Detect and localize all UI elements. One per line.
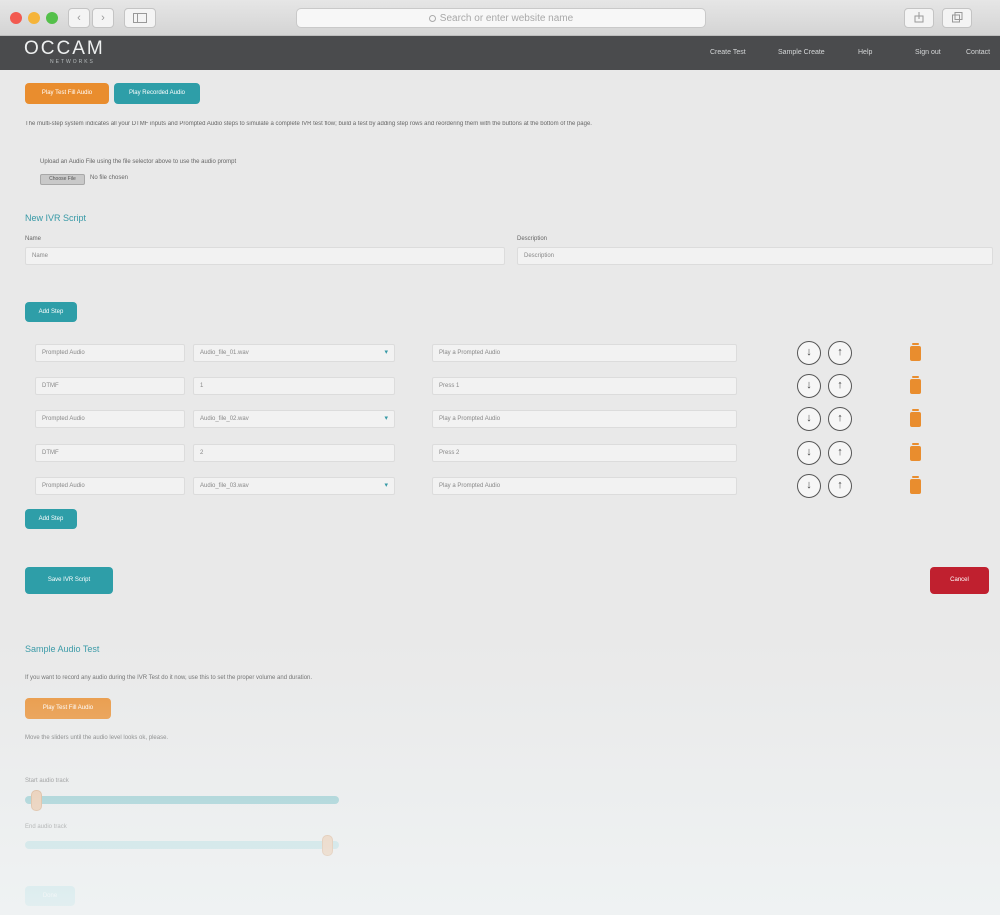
add-step-button-top[interactable]: Add Step <box>25 302 77 322</box>
delete-step-icon[interactable] <box>910 476 921 494</box>
description-label: Description <box>517 236 548 242</box>
sample-play-button[interactable]: Play Test Fill Audio <box>25 698 111 719</box>
step-value-text: Audio_file_01.wav <box>200 350 249 356</box>
step-value-text: 2 <box>200 450 204 456</box>
back-button[interactable]: ‹ <box>68 8 90 28</box>
end-slider-thumb[interactable] <box>321 835 333 856</box>
dropdown-arrow-icon: ▾ <box>384 349 388 356</box>
move-up-icon[interactable]: ↑ <box>828 407 852 431</box>
delete-step-icon[interactable] <box>910 443 921 461</box>
move-down-icon[interactable]: ↓ <box>797 374 821 398</box>
minimize-window-icon[interactable] <box>28 12 40 24</box>
cancel-button[interactable]: Cancel <box>930 567 989 594</box>
sample-audio-heading: Sample Audio Test <box>25 644 100 654</box>
sample-note: Move the sliders until the audio level l… <box>25 735 169 741</box>
move-down-icon[interactable]: ↓ <box>797 474 821 498</box>
step-description-input[interactable]: Press 1 <box>432 377 737 395</box>
delete-step-icon[interactable] <box>910 409 921 427</box>
move-up-icon[interactable]: ↑ <box>828 441 852 465</box>
no-file-text: No file chosen <box>90 175 129 181</box>
save-ivr-script-button[interactable]: Save IVR Script <box>25 567 113 594</box>
move-up-icon[interactable]: ↑ <box>828 374 852 398</box>
sidebar-icon <box>133 13 147 23</box>
upload-label: Upload an Audio File using the file sele… <box>40 159 237 165</box>
add-step-button-bottom[interactable]: Add Step <box>25 509 77 529</box>
address-placeholder: Search or enter website name <box>439 13 574 24</box>
step-value-field[interactable]: 1 <box>193 377 395 395</box>
new-ivr-heading: New IVR Script <box>25 213 87 223</box>
play-test-audio-button[interactable]: Play Test Fill Audio <box>25 83 109 104</box>
step-description-input[interactable]: Play a Prompted Audio <box>432 477 737 495</box>
browser-toolbar: ‹ › Search or enter website name <box>0 0 1000 36</box>
nav-contact[interactable]: Contact <box>966 49 990 56</box>
name-label: Name <box>25 236 42 242</box>
step-type-select[interactable]: DTMF <box>35 377 185 395</box>
end-slider-track[interactable] <box>25 841 339 849</box>
delete-step-icon[interactable] <box>910 343 921 361</box>
start-slider-thumb[interactable] <box>31 790 43 811</box>
delete-step-icon[interactable] <box>910 376 921 394</box>
move-up-icon[interactable]: ↑ <box>828 341 852 365</box>
step-description-input[interactable]: Play a Prompted Audio <box>432 410 737 428</box>
step-type-select[interactable]: Prompted Audio <box>35 477 185 495</box>
step-value-field[interactable]: Audio_file_02.wav ▾ <box>193 410 395 428</box>
step-type-select[interactable]: DTMF <box>35 444 185 462</box>
name-input[interactable]: Name <box>25 247 505 265</box>
step-description-input[interactable]: Press 2 <box>432 444 737 462</box>
move-down-icon[interactable]: ↓ <box>797 441 821 465</box>
step-value-text: 1 <box>200 383 204 389</box>
forward-button[interactable]: › <box>92 8 114 28</box>
nav-help[interactable]: Help <box>858 49 872 56</box>
move-down-icon[interactable]: ↓ <box>797 341 821 365</box>
sample-audio-text: If you want to record any audio during t… <box>25 675 313 681</box>
share-icon <box>914 12 924 23</box>
play-recorded-audio-button[interactable]: Play Recorded Audio <box>114 83 200 104</box>
dropdown-arrow-icon: ▾ <box>384 415 388 422</box>
zoom-window-icon[interactable] <box>46 12 58 24</box>
description-input[interactable]: Description <box>517 247 993 265</box>
back-icon: ‹ <box>77 12 81 24</box>
step-value-field[interactable]: Audio_file_01.wav ▾ <box>193 344 395 362</box>
step-type-select[interactable]: Prompted Audio <box>35 410 185 428</box>
move-down-icon[interactable]: ↓ <box>797 407 821 431</box>
step-value-field[interactable]: 2 <box>193 444 395 462</box>
dropdown-arrow-icon: ▾ <box>384 482 388 489</box>
step-description-input[interactable]: Play a Prompted Audio <box>432 344 737 362</box>
logo-subtitle: NETWORKS <box>50 59 95 65</box>
close-window-icon[interactable] <box>10 12 22 24</box>
nav-create-test[interactable]: Create Test <box>710 49 746 56</box>
done-button[interactable]: Done <box>25 886 75 906</box>
nav-sign-out[interactable]: Sign out <box>915 49 941 56</box>
search-icon <box>428 15 436 22</box>
step-value-text: Audio_file_03.wav <box>200 483 249 489</box>
tabs-button[interactable] <box>942 8 972 28</box>
start-slider-track[interactable] <box>25 796 339 804</box>
share-button[interactable] <box>904 8 934 28</box>
tabs-icon <box>951 12 962 23</box>
site-header: OCCAM NETWORKS Create Test Sample Create… <box>0 36 1000 70</box>
slider1-label: Start audio track <box>25 778 69 784</box>
forward-icon: › <box>101 12 105 24</box>
bottom-fade-overlay <box>0 640 1000 915</box>
slider2-label: End audio track <box>25 824 67 830</box>
step-value-field[interactable]: Audio_file_03.wav ▾ <box>193 477 395 495</box>
choose-file-button[interactable]: Choose File <box>40 174 85 185</box>
nav-sample-create[interactable]: Sample Create <box>778 49 825 56</box>
address-bar[interactable]: Search or enter website name <box>296 8 706 28</box>
sidebar-button[interactable] <box>124 8 156 28</box>
intro-text: The multi-step system indicates all your… <box>25 121 592 127</box>
step-type-select[interactable]: Prompted Audio <box>35 344 185 362</box>
move-up-icon[interactable]: ↑ <box>828 474 852 498</box>
occam-logo[interactable]: OCCAM <box>24 38 105 60</box>
step-value-text: Audio_file_02.wav <box>200 416 249 422</box>
